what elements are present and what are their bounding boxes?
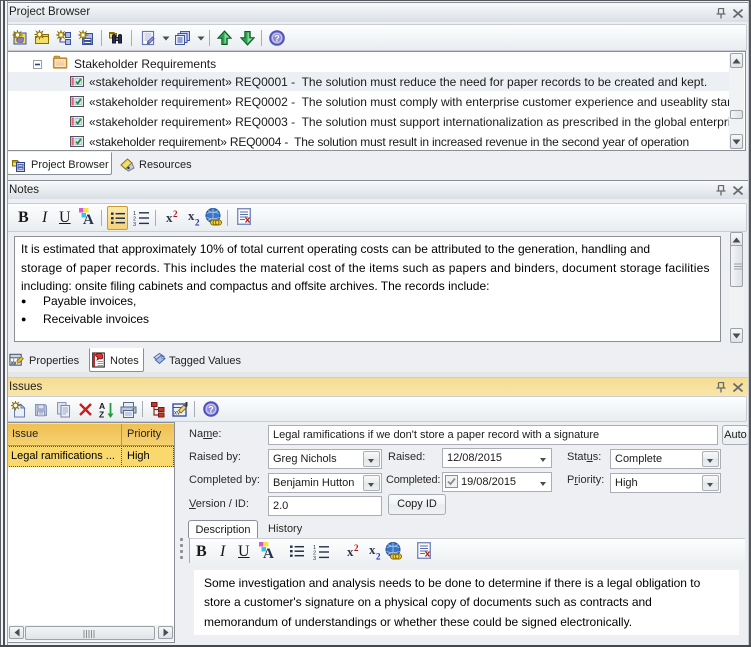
svg-text:2: 2 [354, 544, 359, 553]
svg-text:Z: Z [99, 410, 104, 420]
svg-text:3: 3 [133, 222, 136, 226]
svg-text:2: 2 [376, 552, 381, 561]
svg-text:2: 2 [195, 218, 200, 227]
svg-text:3: 3 [313, 556, 316, 560]
svg-text:2: 2 [173, 210, 178, 219]
svg-text:x: x [166, 210, 173, 225]
svg-text:x: x [369, 544, 376, 557]
svg-text:?: ? [208, 404, 214, 414]
svg-text:x: x [188, 210, 195, 223]
svg-text:x: x [347, 544, 354, 559]
svg-text:xv: xv [11, 360, 17, 366]
svg-text:?: ? [274, 33, 280, 43]
